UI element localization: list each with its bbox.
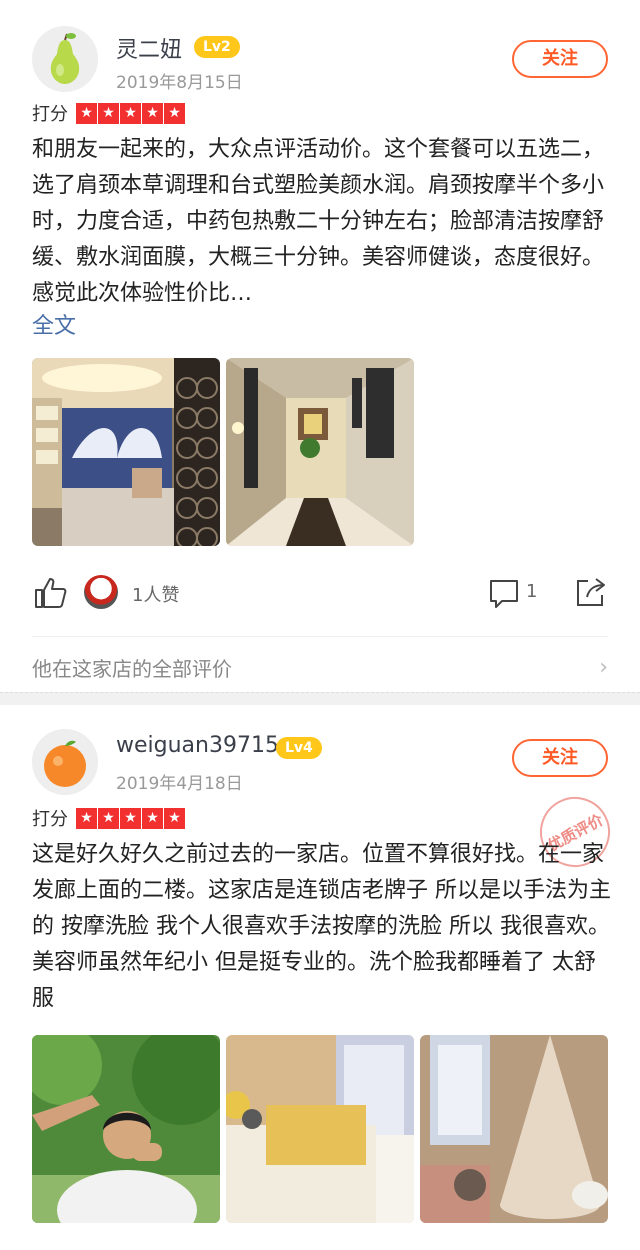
rating-label: 打分 xyxy=(32,809,68,830)
star-icon: ★ xyxy=(120,102,141,124)
section-divider xyxy=(0,692,640,705)
likes-count[interactable]: 1人赞 xyxy=(132,581,179,607)
pear-avatar-icon xyxy=(32,26,98,92)
avatar[interactable] xyxy=(32,729,98,795)
level-badge: Lv4 xyxy=(276,737,322,759)
review-photo[interactable] xyxy=(226,1035,414,1223)
star-icon: ★ xyxy=(142,102,163,124)
review-date: 2019年4月18日 xyxy=(116,774,243,794)
review-actions: 1人赞 1 xyxy=(32,573,608,613)
review-photo[interactable] xyxy=(226,358,414,546)
follow-button[interactable]: 关注 xyxy=(512,40,608,78)
review-date: 2019年8月15日 xyxy=(116,73,243,93)
avatar[interactable] xyxy=(32,26,98,92)
star-icon: ★ xyxy=(76,102,97,124)
orange-avatar-icon xyxy=(32,729,98,795)
review-photo[interactable] xyxy=(32,358,220,546)
star-icon: ★ xyxy=(164,102,185,124)
review-card: weiguan39715 Lv4 2019年4月18日 关注 优质评价 打分 ★… xyxy=(0,705,640,1250)
expand-full-text-link[interactable]: 全文 xyxy=(32,308,76,340)
star-icon: ★ xyxy=(98,102,119,124)
star-rating: ★ ★ ★ ★ ★ xyxy=(76,102,186,124)
comment-icon[interactable] xyxy=(488,577,520,609)
rating-label: 打分 xyxy=(32,104,68,125)
share-icon[interactable] xyxy=(574,575,608,609)
liker-avatar[interactable] xyxy=(84,575,118,609)
comment-count[interactable]: 1 xyxy=(526,581,537,602)
thumbs-up-icon[interactable] xyxy=(32,575,68,611)
star-rating: ★ ★ ★ ★ ★ xyxy=(76,807,186,829)
review-photo[interactable] xyxy=(420,1035,608,1223)
username[interactable]: weiguan39715 xyxy=(116,733,279,758)
star-icon: ★ xyxy=(76,807,97,829)
review-card: 灵二妞 Lv2 2019年8月15日 关注 打分 ★ ★ ★ ★ ★ 和朋友一起… xyxy=(0,0,640,692)
all-reviews-label: 他在这家店的全部评价 xyxy=(32,657,232,681)
chevron-right-icon: › xyxy=(599,655,608,680)
star-icon: ★ xyxy=(142,807,163,829)
follow-button[interactable]: 关注 xyxy=(512,739,608,777)
star-icon: ★ xyxy=(120,807,141,829)
level-badge: Lv2 xyxy=(194,36,240,58)
star-icon: ★ xyxy=(164,807,185,829)
review-photo[interactable] xyxy=(32,1035,220,1223)
all-reviews-link[interactable]: 他在这家店的全部评价 › xyxy=(32,636,608,693)
review-text: 和朋友一起来的，大众点评活动价。这个套餐可以五选二，选了肩颈本草调理和台式塑脸美… xyxy=(32,137,605,306)
rating-row: 打分 ★ ★ ★ ★ ★ xyxy=(32,100,186,126)
username[interactable]: 灵二妞 xyxy=(116,32,182,64)
review-text: 这是好久好久之前过去的一家店。位置不算很好找。在一家发廊上面的二楼。这家店是连锁… xyxy=(32,842,611,1011)
star-icon: ★ xyxy=(98,807,119,829)
rating-row: 打分 ★ ★ ★ ★ ★ xyxy=(32,805,186,831)
